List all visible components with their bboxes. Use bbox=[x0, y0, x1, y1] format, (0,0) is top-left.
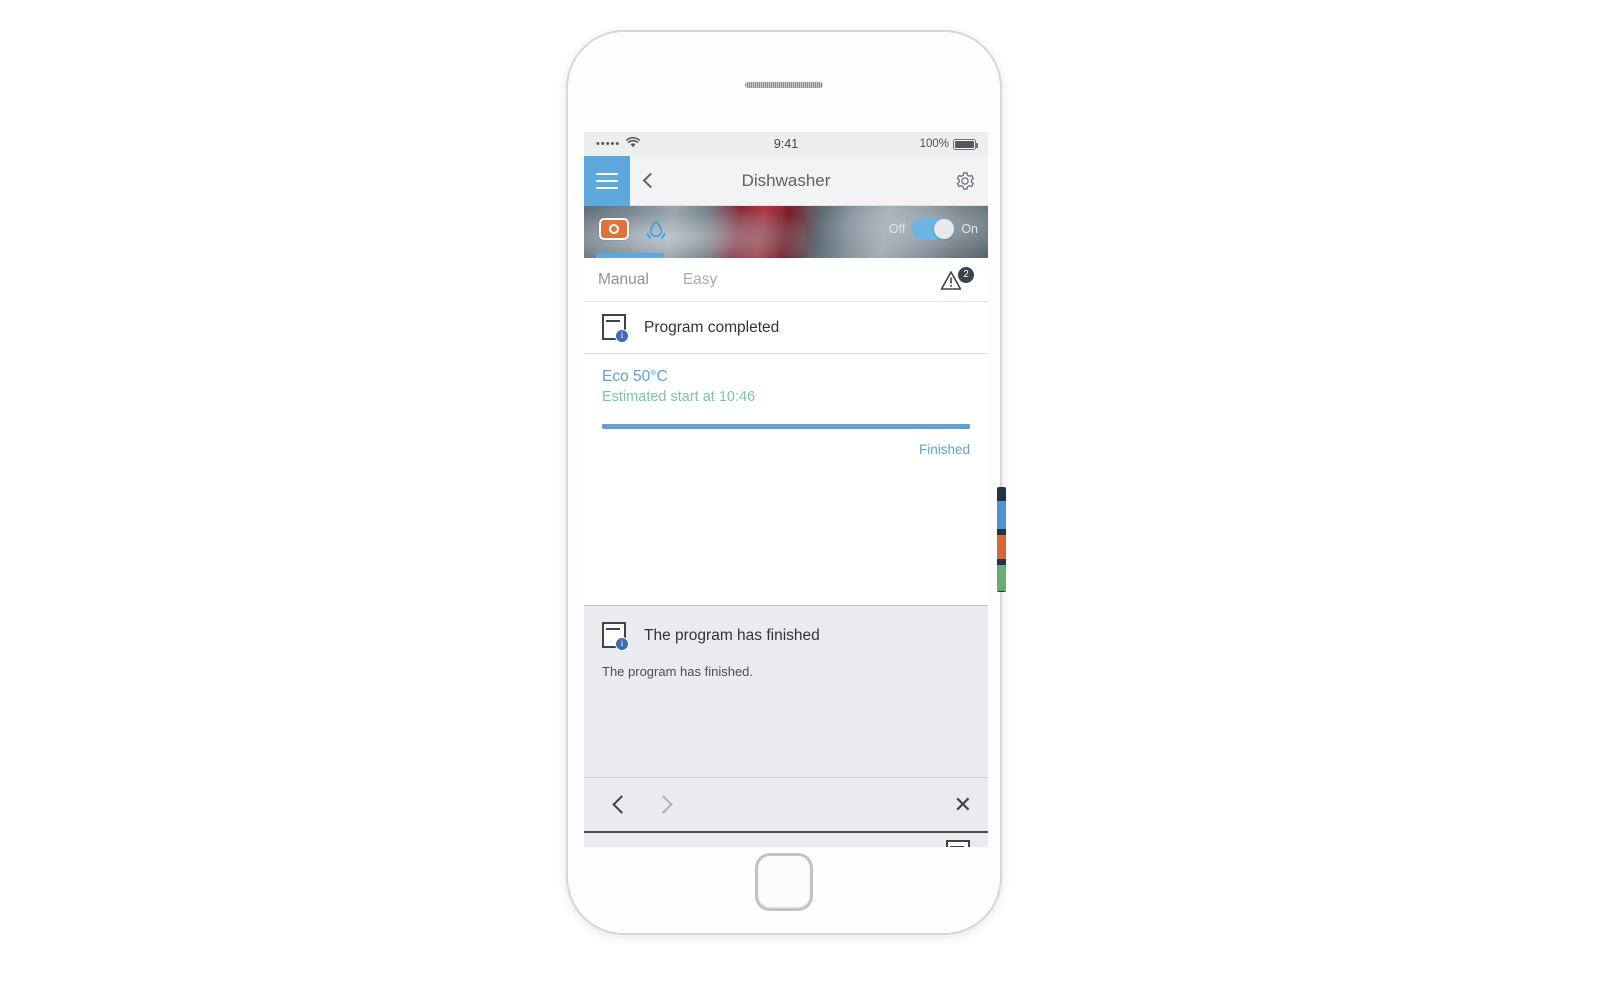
appliance-hero-image: Off On bbox=[584, 206, 988, 258]
tab-manual[interactable]: Manual bbox=[598, 271, 649, 289]
notification-nav-bar: ✕ bbox=[584, 777, 988, 831]
battery-percent-label: 100% bbox=[919, 138, 949, 150]
info-badge-icon: i bbox=[615, 637, 629, 651]
battery-icon bbox=[953, 138, 978, 150]
power-toggle-group[interactable]: Off On bbox=[889, 218, 978, 240]
dishwasher-icon-line bbox=[606, 319, 620, 322]
content-spacer bbox=[584, 457, 988, 605]
appliance-status-text: Program completed bbox=[644, 318, 780, 336]
toggle-on-label: On bbox=[961, 222, 978, 236]
mode-tab-bar: Manual Easy 2 bbox=[584, 258, 988, 302]
phone-earpiece-speaker bbox=[745, 82, 823, 88]
program-progress-bar bbox=[602, 424, 970, 429]
battery-fill bbox=[955, 140, 974, 148]
strip-segment-blue bbox=[997, 501, 1006, 529]
screenshot-root: ••••• 9:41 100% Dishwasher Off On Manual… bbox=[0, 0, 1600, 1000]
back-button[interactable] bbox=[630, 156, 670, 206]
chevron-left-icon bbox=[642, 172, 658, 189]
appliance-status-row: i Program completed bbox=[584, 302, 988, 354]
phone-screen: ••••• 9:41 100% Dishwasher Off On Manual… bbox=[584, 132, 988, 847]
phone-side-color-strip bbox=[997, 487, 1006, 592]
chevron-left-icon bbox=[611, 795, 631, 814]
app-nav-bar: Dishwasher bbox=[584, 155, 988, 206]
toggle-off-label: Off bbox=[888, 222, 906, 236]
water-drop-icon[interactable] bbox=[644, 217, 668, 243]
program-state-label: Finished bbox=[918, 442, 970, 457]
program-name: Eco 50°C bbox=[602, 368, 668, 385]
chevron-right-icon bbox=[653, 795, 673, 814]
program-selector-dot bbox=[609, 224, 619, 234]
notification-body: The program has finished. bbox=[602, 664, 754, 679]
bottom-status-strip: i bbox=[584, 831, 988, 847]
battery-indicator: 100% bbox=[919, 138, 978, 150]
warning-indicator[interactable]: 2 bbox=[940, 266, 974, 293]
dishwasher-icon-line bbox=[950, 846, 964, 847]
notification-next-button[interactable] bbox=[642, 784, 684, 826]
program-selector-icon[interactable] bbox=[599, 218, 629, 240]
dishwasher-info-icon: i bbox=[602, 622, 629, 651]
warning-count-badge: 2 bbox=[958, 266, 974, 283]
strip-segment-orange bbox=[997, 535, 1006, 559]
dishwasher-info-icon: i bbox=[602, 313, 629, 343]
notification-prev-button[interactable] bbox=[600, 784, 642, 826]
dishwasher-icon-line bbox=[606, 628, 620, 630]
status-bar: ••••• 9:41 100% bbox=[584, 132, 988, 156]
settings-button[interactable] bbox=[942, 156, 988, 206]
hamburger-line bbox=[596, 172, 618, 175]
power-toggle-switch[interactable] bbox=[911, 218, 956, 240]
program-info-block: Eco 50°C Estimated start at 10:46 Finish… bbox=[584, 354, 988, 457]
info-badge-icon: i bbox=[615, 328, 629, 343]
hamburger-line bbox=[596, 179, 618, 182]
notification-title: The program has finished bbox=[644, 627, 820, 644]
close-icon[interactable]: ✕ bbox=[954, 793, 972, 816]
water-drop-icon-svg bbox=[646, 219, 666, 239]
tab-easy[interactable]: Easy bbox=[683, 271, 717, 289]
notification-panel: i The program has finished The program h… bbox=[584, 605, 988, 777]
home-button[interactable] bbox=[755, 853, 813, 911]
notification-header: i The program has finished bbox=[602, 622, 970, 651]
toggle-knob bbox=[934, 219, 955, 239]
phone-frame: ••••• 9:41 100% Dishwasher Off On Manual… bbox=[566, 30, 1006, 935]
dishwasher-info-icon[interactable]: i bbox=[946, 840, 972, 847]
gear-icon bbox=[956, 171, 974, 190]
strip-segment-green bbox=[997, 565, 1006, 591]
hamburger-icon[interactable] bbox=[584, 155, 630, 206]
program-estimate: Estimated start at 10:46 bbox=[602, 389, 756, 405]
active-tab-underline bbox=[596, 253, 664, 258]
hamburger-line bbox=[596, 186, 618, 189]
